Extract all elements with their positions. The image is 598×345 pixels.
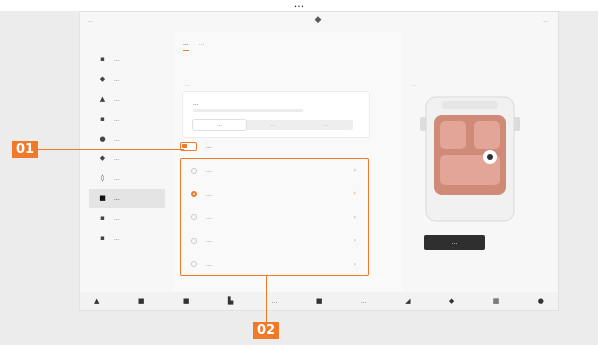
fan-icon[interactable]: ■ [316,297,323,305]
sidebar-item-label: ... [114,234,120,242]
preview-label: ... [412,82,417,88]
radio-icon [191,261,197,268]
car-icon: ◆ [314,15,322,25]
grid-icon[interactable]: ▦ [493,297,500,305]
card-title: ... [193,100,199,107]
status-bar: ... ◆ ... [80,12,558,28]
chevron-right-icon: › [353,260,356,268]
radio-icon [191,237,197,244]
chevron-right-icon: › [353,190,356,198]
car-icon[interactable]: ■ [138,297,145,305]
option-1[interactable]: ... › [181,159,368,182]
sidebar-item-7[interactable]: ◊... [89,169,165,189]
segmented-control: ... ... ... [193,120,353,130]
car-front-icon[interactable]: ■ [183,297,190,305]
sidebar-item-label: ... [114,115,120,123]
radio-selected-icon [191,191,197,198]
sidebar-item-9[interactable]: ▪... [89,208,165,228]
tab-1[interactable]: ... [183,40,189,51]
temperature-right[interactable]: ... [361,298,367,305]
option-5[interactable]: ... › [181,253,368,276]
glyph-icon-10: ▪ [100,233,105,242]
glyph-icon-6: ◆ [99,154,106,163]
apply-button[interactable]: ... [424,235,485,250]
sidebar-item-label: ... [114,155,120,163]
callout-01-line [38,149,184,151]
sidebar-item-label: ... [114,135,120,143]
glyph-icon-4: ▪ [100,114,105,123]
sidebar-item-label: ... [114,56,120,64]
mode-card: ... ... ... ... [183,92,369,137]
bottom-dock: ▲ ■ ■ ▙ ... ■ ... ◢ ◆ ▦ ● [80,292,558,310]
sidebar-item-3[interactable]: ▲... [89,90,165,110]
glyph-icon-7: ◊ [100,174,105,183]
sidebar-item-8[interactable]: ■... [89,188,165,209]
glyph-icon-1: ▪ [100,55,105,64]
option-label: ... [206,260,212,268]
sidebar-item-4[interactable]: ▪... [89,109,165,129]
toggle-label: ... [206,142,212,150]
options-list: ... › ... › ... › ... › ... › [180,158,369,276]
glyph-icon-3: ▲ [99,94,106,103]
option-label: ... [206,213,212,221]
car-interior-illustration [420,96,520,222]
segment-3[interactable]: ... [300,120,353,130]
option-4[interactable]: ... › [181,229,368,252]
sidebar-item-2[interactable]: ◆... [89,70,165,90]
radio-icon [191,214,197,221]
glyph-icon-2: ◆ [99,75,106,84]
tab-bar: ... ... [183,40,204,51]
option-label: ... [206,167,212,175]
top-caption: ... [0,0,598,11]
segment-2[interactable]: ... [246,120,299,130]
radio-icon [191,167,197,174]
seat-icon[interactable]: ▙ [228,297,233,305]
option-3[interactable]: ... › [181,206,368,229]
sidebar-item-6[interactable]: ◆... [89,149,165,169]
sidebar-item-label: ... [114,95,120,103]
sidebar-item-label: ... [114,214,120,222]
segment-1[interactable]: ... [193,120,247,130]
volume-icon[interactable]: ◢ [405,297,410,305]
temperature-left[interactable]: ... [272,298,278,305]
sidebar-item-1[interactable]: ▪... [89,50,165,70]
glyph-icon-8: ■ [99,193,106,202]
option-label: ... [206,190,212,198]
chevron-right-icon: › [353,213,356,221]
callout-02-line [266,275,268,295]
home-icon[interactable]: ▲ [94,297,99,305]
sidebar-item-5[interactable]: ●... [89,129,165,149]
section-label: ... [185,82,190,88]
callout-02-connector [266,295,268,322]
sidebar-item-label: ... [114,194,120,202]
option-2[interactable]: ... › [181,182,368,205]
chevron-right-icon: › [353,167,356,174]
option-label: ... [206,237,212,245]
sidebar-item-label: ... [114,76,120,84]
callout-02: 02 [253,322,279,339]
status-right: ... [543,18,548,24]
sidebar-item-label: ... [114,175,120,183]
toggle-row: ... [180,140,370,152]
status-left: ... [88,18,93,24]
person-icon[interactable]: ● [538,297,544,305]
glyph-icon-9: ▪ [100,213,105,222]
tab-2[interactable]: ... [199,40,205,51]
sidebar: ▪... ◆... ▲... ▪... ●... ◆... ◊... ■... … [89,50,165,294]
chevron-right-icon: › [353,237,356,245]
callout-01: 01 [12,141,38,158]
apps-icon[interactable]: ◆ [449,297,454,305]
car-screen: ... ◆ ... ▪... ◆... ▲... ▪... ●... ◆... … [80,12,558,310]
card-subtitle [193,109,303,112]
glyph-icon-5: ● [99,134,106,143]
sidebar-item-10[interactable]: ▪... [89,228,165,248]
